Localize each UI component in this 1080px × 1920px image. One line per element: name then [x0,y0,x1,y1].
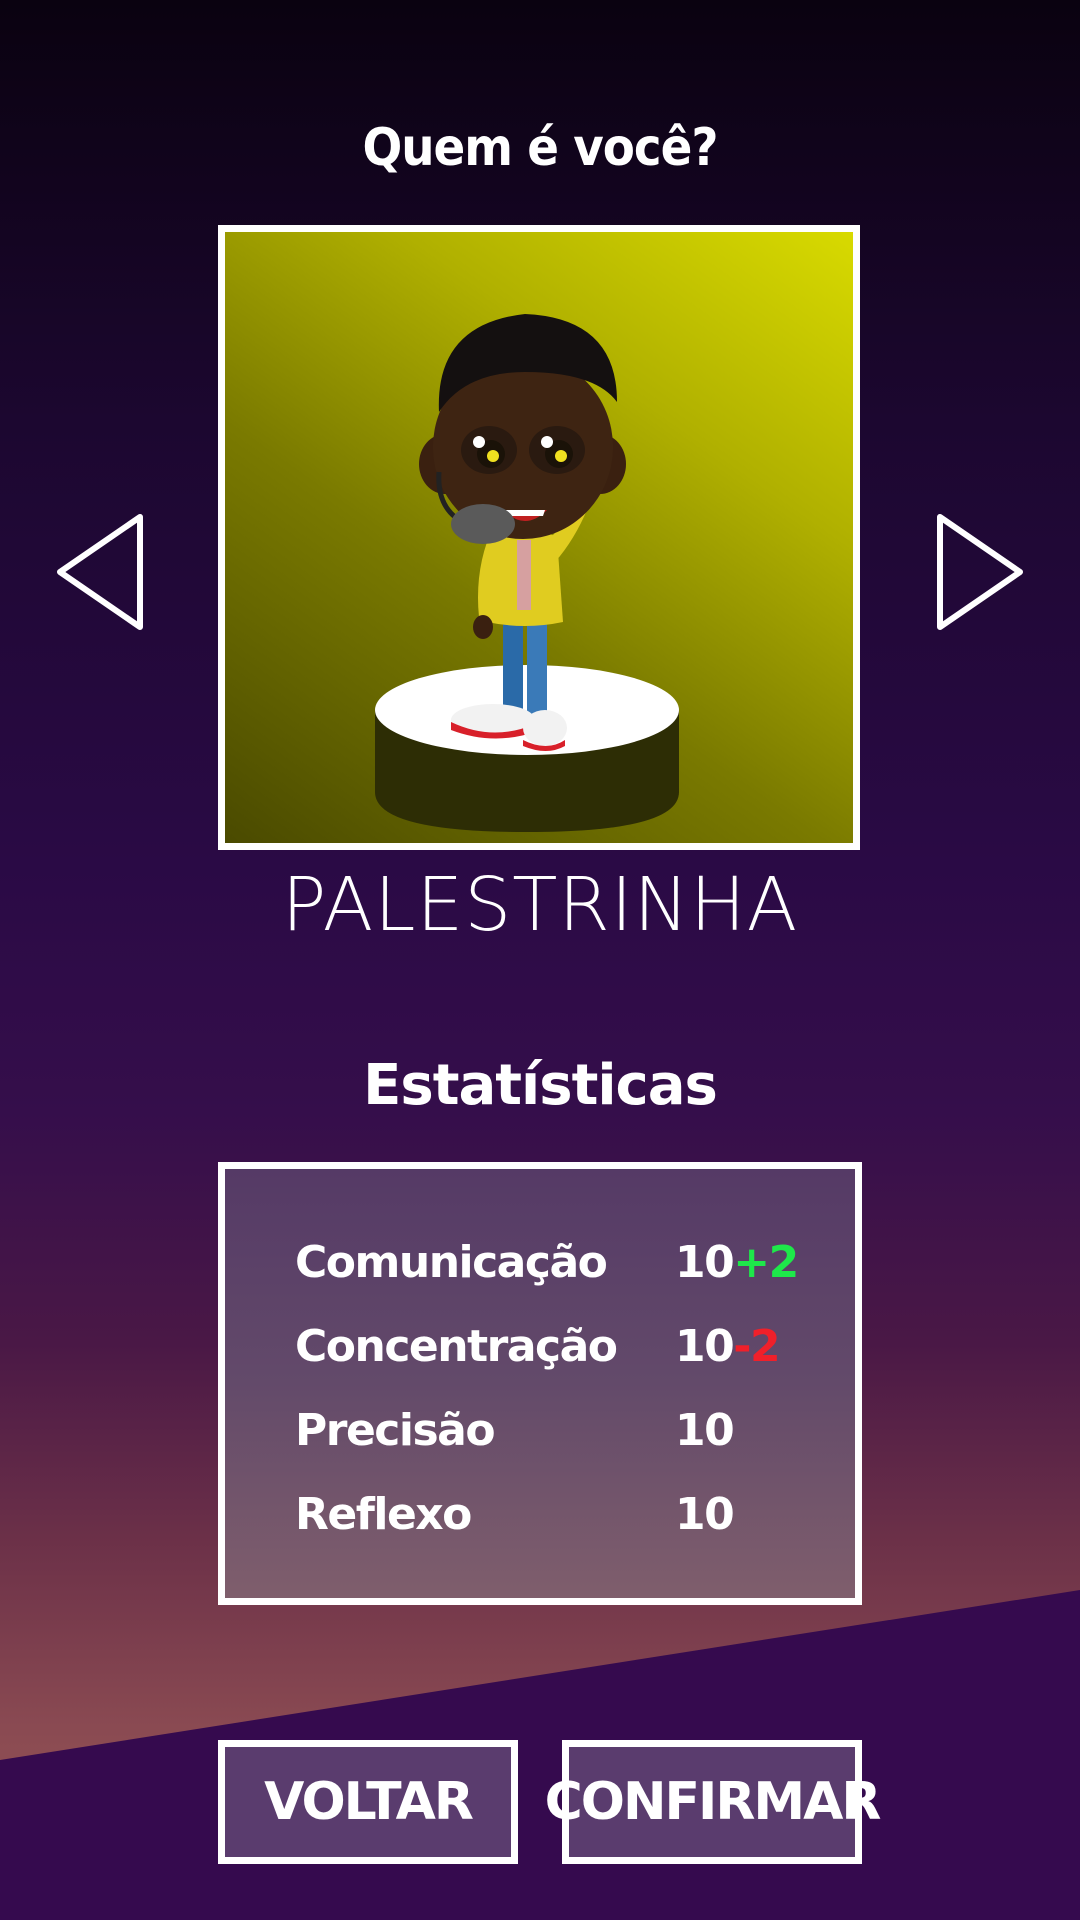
character-portrait [218,225,860,850]
character-illustration [375,314,679,832]
stat-label: Comunicação [295,1237,608,1288]
prev-character-icon[interactable] [55,512,145,632]
stat-label: Precisão [295,1405,496,1456]
stat-row-concentracao: Concentração 10-2 [295,1321,835,1381]
stat-label: Reflexo [295,1489,472,1540]
stat-value: 10-2 [675,1321,781,1372]
stat-value: 10 [675,1405,735,1456]
stat-label: Concentração [295,1321,618,1372]
next-character-icon[interactable] [935,512,1025,632]
stat-modifier: -2 [733,1321,780,1372]
stats-title: Estatísticas [363,1053,718,1118]
page-title: Quem é você? [362,118,718,178]
stat-value: 10+2 [675,1237,799,1288]
stats-panel: Comunicação 10+2 Concentração 10-2 Preci… [218,1162,862,1605]
back-button[interactable]: VOLTAR [218,1740,518,1864]
stat-value: 10 [675,1489,735,1540]
stat-modifier: +2 [733,1237,799,1288]
stat-row-precisao: Precisão 10 [295,1405,835,1465]
stat-row-comunicacao: Comunicação 10+2 [295,1237,835,1297]
stat-row-reflexo: Reflexo 10 [295,1489,835,1549]
confirm-button[interactable]: CONFIRMAR [545,1740,881,1864]
character-name: PALESTRINHA [281,862,799,948]
